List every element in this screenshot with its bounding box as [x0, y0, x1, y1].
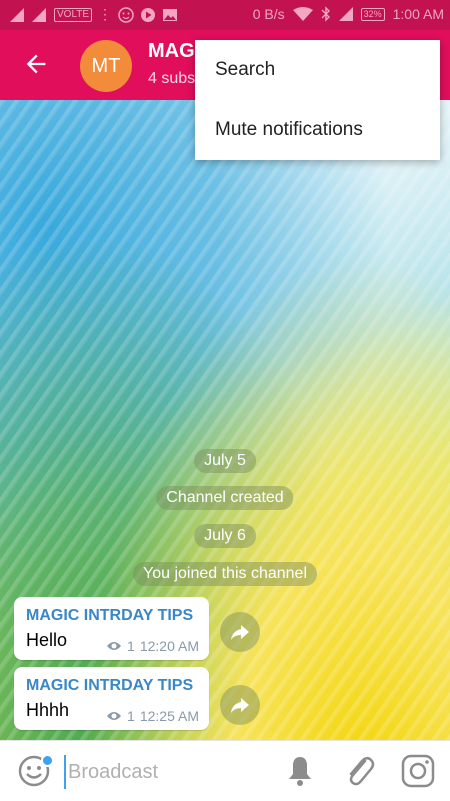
date-separator: July 6: [194, 524, 256, 548]
signal-icon: [10, 7, 24, 22]
menu-item-mute-notifications[interactable]: Mute notifications: [195, 100, 440, 160]
eye-icon: [107, 642, 122, 650]
message-views: 1: [127, 638, 135, 654]
message-meta: 1 12:20 AM: [106, 638, 199, 654]
signal-icon: [338, 7, 353, 21]
message-time: 12:25 AM: [139, 708, 199, 724]
message-bubble[interactable]: MAGIC INTRDAY TIPS Hello 1 12:20 AM: [14, 597, 209, 660]
status-right: 0 B/s 32% 1:00 AM: [253, 6, 444, 22]
play-icon: [141, 7, 156, 22]
message-text: Hhhh: [26, 700, 70, 720]
menu-item-search[interactable]: Search: [195, 40, 440, 100]
message-views: 1: [127, 708, 135, 724]
forward-button[interactable]: [220, 685, 260, 725]
paperclip-icon[interactable]: [343, 753, 375, 787]
forward-icon: [231, 698, 249, 713]
message-sender: MAGIC INTRDAY TIPS: [26, 607, 194, 624]
bell-icon[interactable]: [285, 755, 315, 787]
net-speed: 0 B/s: [252, 6, 285, 22]
signal-icon: [32, 7, 46, 22]
status-left: VOLTE ⋮: [10, 6, 178, 23]
forward-button[interactable]: [220, 612, 260, 652]
message-time: 12:20 AM: [139, 638, 199, 654]
message-meta: 1 12:25 AM: [106, 708, 199, 724]
overflow-menu: Search Mute notifications: [195, 40, 440, 160]
image-icon: [163, 8, 178, 21]
chat-area[interactable]: July 5 Channel created July 6 You joined…: [0, 100, 450, 740]
composer-bar: [0, 740, 450, 801]
status-separator-icon: ⋮: [98, 6, 113, 22]
broadcast-input[interactable]: [64, 755, 270, 789]
wifi-icon: [292, 7, 313, 21]
battery-indicator: 32%: [360, 7, 385, 21]
service-message: Channel created: [156, 486, 294, 510]
message-sender: MAGIC INTRDAY TIPS: [26, 677, 194, 694]
service-message: You joined this channel: [133, 562, 317, 586]
camera-icon[interactable]: [401, 754, 435, 788]
volte-badge: VOLTE: [54, 7, 93, 22]
eye-icon: [107, 712, 122, 720]
avatar[interactable]: MT: [80, 40, 132, 92]
smiley-icon: [118, 6, 134, 23]
forward-icon: [231, 625, 249, 640]
message-bubble[interactable]: MAGIC INTRDAY TIPS Hhhh 1 12:25 AM: [14, 667, 209, 730]
date-separator: July 5: [194, 449, 256, 473]
status-bar: VOLTE ⋮ 0 B/s 32% 1:00 AM: [0, 0, 450, 30]
bluetooth-icon: [321, 6, 330, 22]
clock: 1:00 AM: [392, 6, 444, 22]
notification-dot: [41, 754, 54, 767]
back-arrow-icon[interactable]: [22, 50, 50, 78]
message-text: Hello: [26, 630, 68, 650]
